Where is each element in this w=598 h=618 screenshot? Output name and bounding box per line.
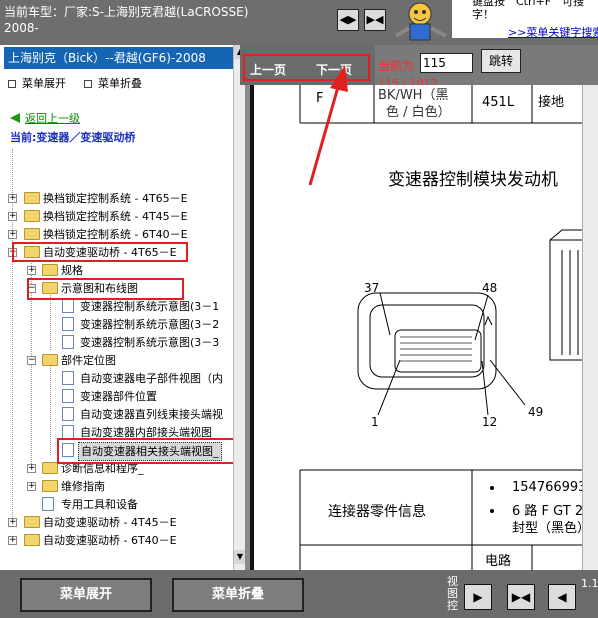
collapse-sidebar-button[interactable]: ▶◀: [364, 9, 386, 31]
tree-collapse-label: 菜单折叠: [98, 77, 142, 90]
document-icon: [62, 389, 74, 403]
section-title: 变速器控制模块发动机: [388, 170, 558, 190]
wire-color-line2: 色 / 白色）: [386, 105, 451, 120]
folder-icon: [24, 192, 40, 204]
folder-icon: [24, 516, 40, 528]
tree-guide: [12, 149, 13, 519]
back-link[interactable]: 返回上一级: [10, 110, 80, 126]
expand-toggle-icon[interactable]: +: [8, 518, 17, 527]
back-link-label: 返回上一级: [25, 112, 80, 125]
vehicle-info: 当前车型：厂家:S-上海别克君越(LaCROSSE) 2008-: [4, 4, 329, 36]
tree-item-label: 部件定位图: [61, 354, 116, 367]
tree-item-label: 自动变速器电子部件视图（内: [80, 372, 223, 385]
table-cell: 电路: [485, 554, 512, 569]
document-scrollbar[interactable]: [582, 85, 598, 570]
tree-item-label: 换档锁定控制系统 - 6T40－E: [43, 228, 188, 241]
expand-toggle-icon[interactable]: +: [8, 194, 17, 203]
tree-item-label: 规格: [61, 264, 83, 277]
vehicle-line2: 2008-: [4, 21, 39, 35]
back-arrow-icon: [10, 113, 20, 123]
sidebar-title: 上海别克（Bick）--君越(GF6)-2008: [4, 47, 242, 69]
document-icon: [62, 425, 74, 439]
connector-info-label: 连接器零件信息: [328, 504, 426, 520]
sidebar-scrollbar[interactable]: ▲ ▼: [233, 45, 246, 570]
search-tip: 键盘按 Ctrl+F 可搜 字！ >>菜单关键字搜索: [452, 0, 598, 40]
expand-toggle-icon[interactable]: +: [8, 230, 17, 239]
vehicle-line1: 当前车型：厂家:S-上海别克君越(LaCROSSE): [4, 5, 249, 19]
expand-toggle-icon[interactable]: +: [27, 266, 36, 275]
tree-item-label: 变速器控制系统示意图(3－1: [80, 300, 220, 313]
folder-icon: [42, 480, 58, 492]
annotation-arrow: [308, 65, 348, 186]
tree-item-label: 变速器部件位置: [80, 390, 157, 403]
expand-toggle-icon[interactable]: +: [8, 212, 17, 221]
connector-diagram: [357, 229, 582, 416]
pin-label: 49: [528, 405, 544, 419]
tree-item-label: 自动变速驱动桥 - 6T40－E: [43, 534, 177, 547]
top-header: 当前车型：厂家:S-上海别克君越(LaCROSSE) 2008- ◀▶ ▶◀ 键…: [0, 0, 598, 45]
table-cell: 451L: [482, 95, 515, 110]
tree-item-label: 自动变速驱动桥 - 4T45－E: [43, 516, 177, 529]
document-icon: [62, 335, 74, 349]
tree-collapse-all[interactable]: 菜单折叠: [84, 75, 142, 91]
expand-toggle-icon[interactable]: +: [8, 536, 17, 545]
collapse-toggle-icon[interactable]: −: [27, 356, 36, 365]
view-left-button[interactable]: ▶: [464, 584, 492, 610]
part-number: 154766993: [512, 480, 587, 495]
table-cell: BK/WH（黑 色 / 白色）: [378, 87, 451, 121]
tree-item-label: 变速器控制系统示意图(3－2: [80, 318, 220, 331]
document-icon: [62, 317, 74, 331]
document-icon: [62, 299, 74, 313]
current-page-label: 当前为: [378, 59, 415, 73]
folder-icon: [42, 264, 58, 276]
view-center-button[interactable]: ▶◀: [507, 584, 535, 610]
tree-item-label: 自动变速器直列线束接头端视: [80, 408, 223, 421]
tip-line2: 字！: [472, 8, 494, 21]
version-label: 1.1: [581, 577, 598, 590]
document-icon: [62, 407, 74, 421]
tree-guide: [50, 365, 51, 455]
expand-sidebar-button[interactable]: ◀▶: [337, 9, 359, 31]
jump-button[interactable]: 跳转: [481, 49, 521, 73]
highlight-box: [27, 278, 184, 300]
view-control-label: 视图控: [447, 575, 458, 612]
tree-expand-label: 菜单展开: [22, 77, 66, 90]
tree-item-label: 专用工具和设备: [61, 498, 138, 511]
sidebar: 上海别克（Bick）--君越(GF6)-2008 菜单展开 菜单折叠 返回上一级…: [0, 45, 245, 570]
highlight-box: [12, 242, 188, 262]
page-number-input[interactable]: 115: [420, 53, 473, 73]
page-jump: 当前为 115 跳转 115 / 1012: [375, 45, 598, 90]
tree-item-label: 换档锁定控制系统 - 4T65－E: [43, 192, 188, 205]
pin-label: 12: [482, 415, 498, 429]
folder-open-icon: [42, 354, 58, 366]
menu-expand-button[interactable]: 菜单展开: [20, 578, 152, 612]
document-icon: [42, 497, 54, 511]
pin-label: 48: [482, 281, 498, 295]
expand-toggle-icon[interactable]: +: [27, 482, 36, 491]
document-icon: [62, 371, 74, 385]
mascot-logo: [394, 2, 447, 41]
expand-icon: [8, 80, 16, 88]
view-right-button[interactable]: ◀: [548, 584, 576, 610]
highlight-box: [57, 438, 233, 464]
expand-toggle-icon[interactable]: +: [27, 464, 36, 473]
tree-guide: [50, 295, 51, 350]
folder-icon: [24, 534, 40, 546]
collapse-icon: [84, 80, 92, 88]
menu-collapse-button[interactable]: 菜单折叠: [172, 578, 304, 612]
tree-item-label: 变速器控制系统示意图(3－3: [80, 336, 220, 349]
folder-icon: [24, 210, 40, 222]
wire-color-line1: BK/WH（黑: [378, 88, 449, 103]
tree-item-label: 换档锁定控制系统 - 4T45－E: [43, 210, 188, 223]
table-cell: 接地: [538, 95, 565, 110]
tree-item-label: 维修指南: [61, 480, 105, 493]
tree-expand-all[interactable]: 菜单展开: [8, 75, 66, 91]
pin-label: 37: [364, 281, 380, 295]
folder-icon: [42, 462, 58, 474]
keyword-search-link[interactable]: >>菜单关键字搜索: [508, 24, 598, 40]
tree-view: + 换档锁定控制系统 - 4T65－E + 换档锁定控制系统 - 4T45－E …: [0, 145, 233, 565]
folder-icon: [24, 228, 40, 240]
pin-label: 1: [371, 415, 379, 429]
current-path: 当前:变速器／变速驱动桥: [10, 131, 136, 144]
